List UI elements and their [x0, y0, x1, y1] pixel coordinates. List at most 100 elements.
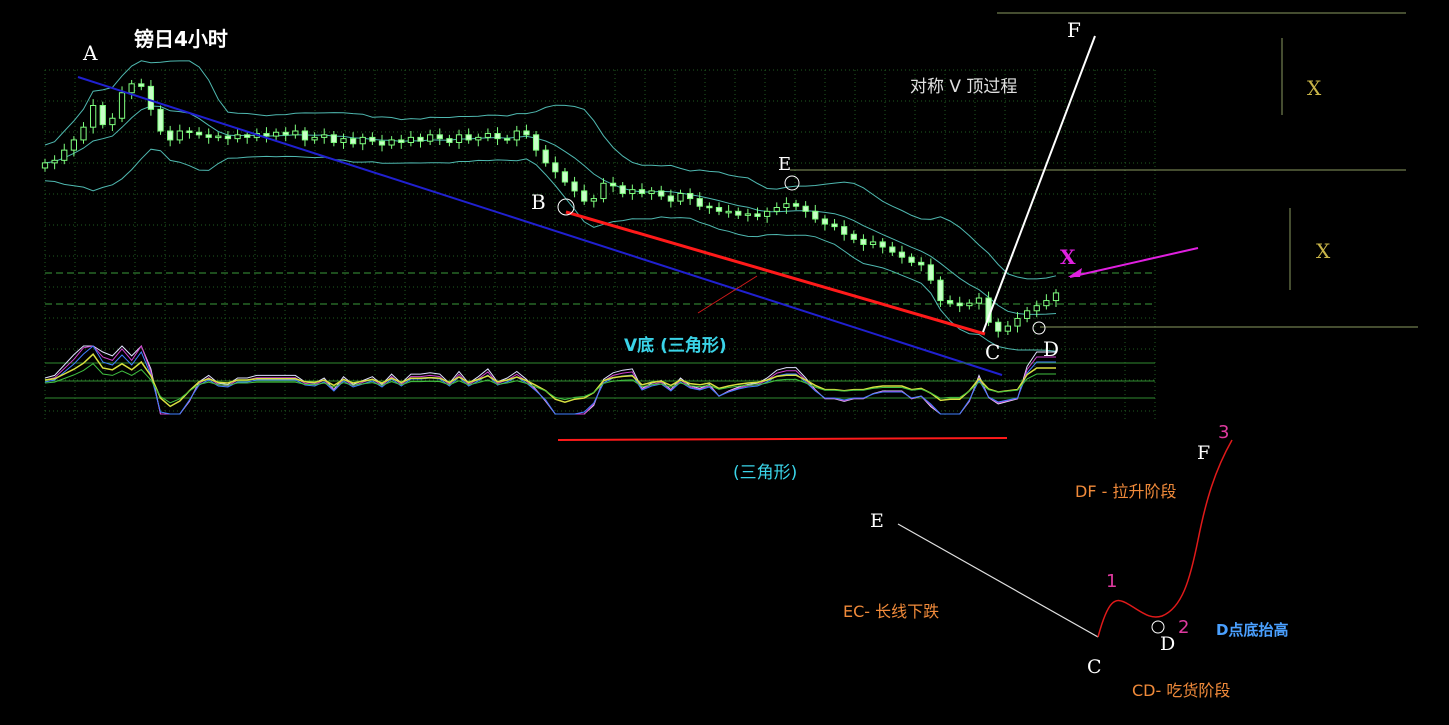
candle-body: [427, 134, 434, 142]
label-x-top: X: [1307, 76, 1322, 100]
label-c: C: [985, 340, 1000, 364]
candle-body: [1052, 292, 1060, 302]
candle-body: [138, 83, 145, 87]
schematic-label-f: F: [1197, 442, 1210, 464]
candle-body: [735, 210, 742, 216]
candle-body: [600, 182, 607, 200]
triangle-label: (三角形): [733, 463, 797, 483]
chart-title: 镑日4小时: [134, 27, 228, 51]
candle-body: [754, 213, 761, 217]
candle-body: [369, 136, 376, 142]
candle-body: [995, 321, 1002, 332]
candle-body: [349, 138, 357, 145]
candle-body: [658, 190, 665, 197]
candle-body: [532, 134, 540, 151]
candle-body: [398, 139, 405, 143]
label-d: D: [1043, 337, 1059, 361]
candle-body: [686, 192, 694, 200]
candle-body: [619, 185, 626, 194]
candle-body: [860, 238, 867, 245]
candle-body: [272, 131, 280, 137]
candle-body: [186, 130, 193, 133]
schematic-cd-text: CD- 吃货阶段: [1132, 681, 1230, 700]
candle-body: [869, 241, 877, 245]
candle-body: [1023, 310, 1031, 319]
candle-body: [908, 256, 915, 263]
candle-body: [157, 108, 164, 132]
candle-body: [99, 105, 106, 126]
candle-body: [764, 210, 771, 217]
candle-body: [609, 182, 617, 187]
candle-body: [956, 302, 963, 307]
candle-body: [1033, 305, 1040, 312]
candle-body: [812, 210, 819, 220]
candle-body: [831, 223, 838, 228]
candle-body: [263, 133, 270, 137]
label-b: B: [531, 190, 546, 214]
candle-body: [783, 203, 790, 209]
candle-body: [792, 203, 800, 207]
candle-body: [937, 279, 944, 302]
candle-body: [802, 205, 809, 212]
candle-body: [118, 92, 126, 119]
candle-body: [648, 190, 655, 194]
candle-body: [542, 149, 549, 164]
schematic-num-1: 1: [1106, 571, 1117, 592]
candle-body: [446, 138, 453, 143]
label-x-magenta: X: [1060, 245, 1076, 269]
candle-body: [927, 264, 934, 281]
candle-body: [330, 134, 337, 143]
candle-body: [147, 85, 155, 110]
candle-body: [773, 207, 780, 212]
candle-body: [215, 135, 222, 139]
candle-body: [744, 213, 752, 216]
candle-body: [465, 134, 472, 141]
schematic-label-e: E: [870, 510, 884, 532]
candle-body: [581, 190, 588, 202]
candle-body: [195, 131, 203, 136]
candle-body: [677, 192, 684, 202]
candle-body: [513, 130, 520, 141]
candle-body: [879, 241, 886, 248]
candle-body: [128, 83, 135, 94]
candle-body: [552, 162, 559, 173]
candle-body: [715, 207, 723, 212]
candle-body: [311, 136, 318, 141]
candle-body: [205, 134, 212, 138]
candle-body: [638, 189, 646, 194]
candle-body: [667, 195, 674, 202]
candle-body: [725, 210, 732, 214]
v-bottom-label: V底 (三角形): [624, 335, 727, 356]
label-x-mid: X: [1316, 239, 1331, 263]
schematic-label-c: C: [1087, 656, 1102, 678]
label-f: F: [1067, 18, 1081, 42]
candle-body: [696, 198, 703, 207]
candle-body: [167, 130, 174, 141]
candle-body: [1043, 300, 1050, 307]
candle-body: [61, 149, 68, 161]
candle-body: [176, 130, 183, 141]
candle-body: [378, 140, 386, 146]
label-a: A: [82, 41, 98, 65]
candle-body: [90, 105, 97, 128]
candle-body: [629, 189, 636, 194]
candle-body: [975, 297, 983, 304]
candle-body: [244, 134, 251, 138]
candle-body: [436, 134, 443, 140]
schematic-df-text: DF - 拉升阶段: [1075, 482, 1176, 501]
process-title: 对称 V 顶过程: [910, 77, 1017, 97]
candle-body: [455, 134, 463, 143]
schematic-label-d: D: [1160, 633, 1175, 655]
candle-body: [359, 136, 366, 145]
candle-body: [301, 130, 309, 141]
label-e: E: [778, 154, 791, 175]
candle-body: [918, 261, 925, 266]
candle-body: [41, 162, 49, 169]
candle-body: [417, 136, 424, 142]
candle-body: [388, 139, 395, 146]
chart-canvas: 镑日4小时 A B C D E F X X X 对称 V 顶过程 V底 (三角形…: [0, 0, 1449, 725]
candle-body: [841, 226, 848, 235]
candle-body: [523, 130, 530, 136]
candle-body: [590, 198, 597, 202]
candle-body: [475, 136, 482, 141]
